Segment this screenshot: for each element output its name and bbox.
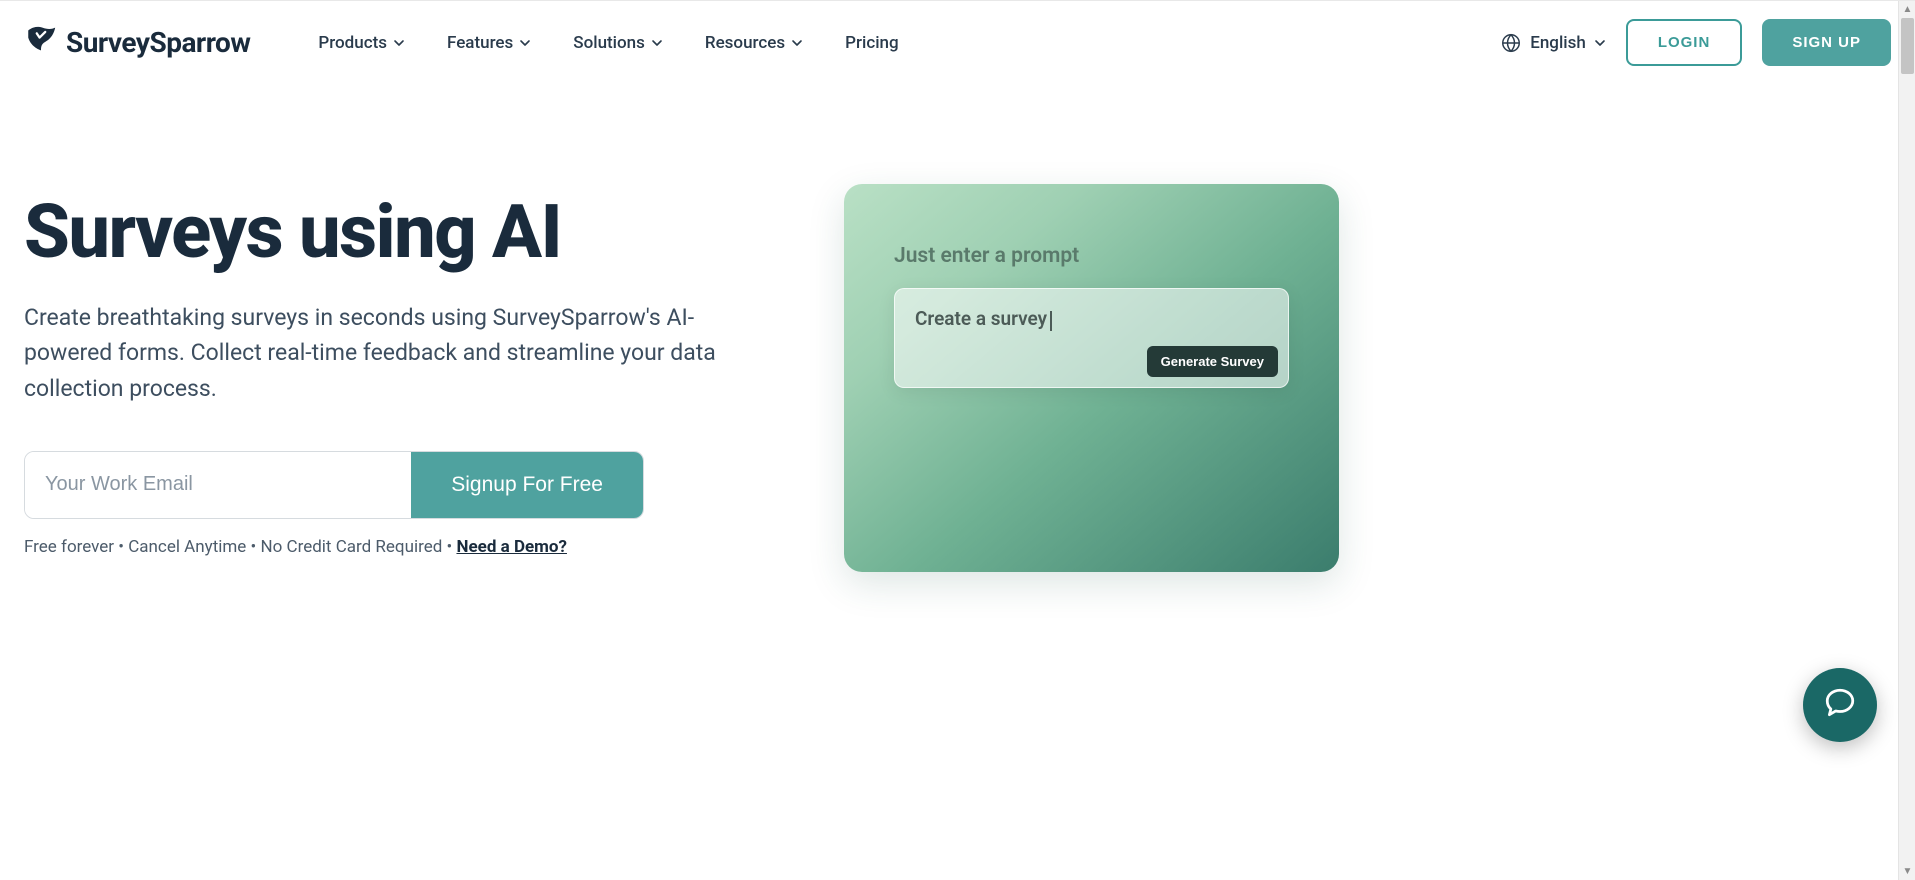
nav-item-resources[interactable]: Resources [705, 33, 803, 53]
top-nav: SurveySparrow Products Features Solution… [0, 1, 1915, 84]
hero-section: Surveys using AI Create breathtaking sur… [0, 84, 1915, 572]
nav-item-solutions[interactable]: Solutions [573, 33, 663, 53]
fineprint-text: Free forever • Cancel Anytime • No Credi… [24, 537, 456, 557]
signup-free-button[interactable]: Signup For Free [411, 452, 643, 518]
nav-links: Products Features Solutions Resources Pr… [318, 33, 898, 53]
globe-icon [1500, 32, 1522, 54]
chevron-down-icon [1594, 37, 1606, 49]
nav-right: English LOGIN SIGN UP [1500, 19, 1891, 66]
scroll-thumb[interactable] [1901, 18, 1914, 74]
scroll-up-arrow-icon[interactable]: ▲ [1899, 1, 1915, 18]
hero-subtitle: Create breathtaking surveys in seconds u… [24, 300, 744, 407]
work-email-input[interactable] [25, 452, 411, 518]
nav-label: Features [447, 33, 513, 53]
nav-item-features[interactable]: Features [447, 33, 531, 53]
signup-button[interactable]: SIGN UP [1762, 19, 1891, 66]
chat-fab[interactable] [1803, 668, 1877, 742]
demo-link[interactable]: Need a Demo? [456, 537, 566, 557]
generate-survey-button[interactable]: Generate Survey [1147, 346, 1278, 377]
nav-label: Products [318, 33, 387, 53]
vertical-scrollbar[interactable]: ▲ ▼ [1898, 1, 1915, 880]
email-signup-row: Signup For Free [24, 451, 644, 519]
hero-left: Surveys using AI Create breathtaking sur… [24, 194, 784, 557]
language-label: English [1530, 33, 1586, 53]
nav-item-pricing[interactable]: Pricing [845, 33, 899, 53]
brand-logo[interactable]: SurveySparrow [24, 22, 250, 63]
language-selector[interactable]: English [1500, 32, 1606, 54]
login-button[interactable]: LOGIN [1626, 19, 1743, 66]
brand-name: SurveySparrow [66, 26, 250, 59]
prompt-text: Create a survey [915, 307, 1047, 330]
nav-label: Solutions [573, 33, 645, 53]
hero-title: Surveys using AI [24, 194, 784, 272]
nav-item-products[interactable]: Products [318, 33, 405, 53]
ai-preview-card: Just enter a prompt Create a survey Gene… [844, 184, 1339, 572]
scroll-down-arrow-icon[interactable]: ▼ [1899, 863, 1915, 880]
text-caret-icon [1050, 311, 1052, 331]
chevron-down-icon [791, 37, 803, 49]
chat-bubble-icon [1823, 686, 1857, 724]
sparrow-icon [24, 22, 58, 63]
preview-label: Just enter a prompt [894, 244, 1289, 268]
nav-label: Resources [705, 33, 785, 53]
fineprint: Free forever • Cancel Anytime • No Credi… [24, 537, 784, 557]
chevron-down-icon [519, 37, 531, 49]
chevron-down-icon [651, 37, 663, 49]
chevron-down-icon [393, 37, 405, 49]
prompt-box[interactable]: Create a survey Generate Survey [894, 288, 1289, 388]
nav-label: Pricing [845, 33, 899, 53]
